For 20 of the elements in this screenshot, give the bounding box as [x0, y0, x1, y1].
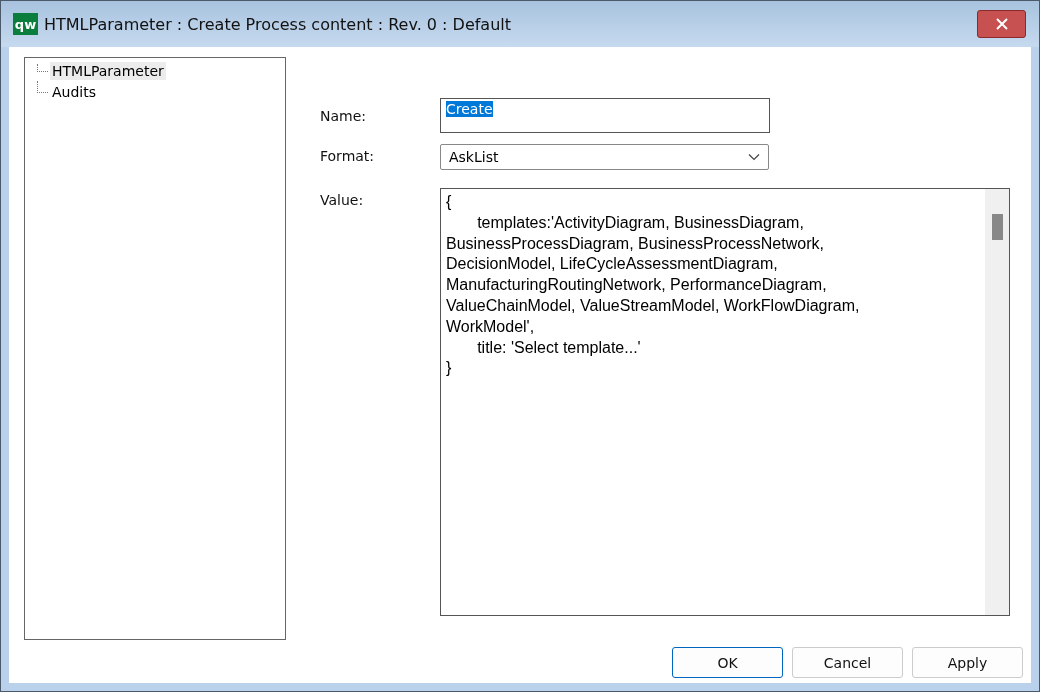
- scrollbar[interactable]: [985, 189, 1009, 615]
- tree-item[interactable]: HTMLParameter: [50, 61, 166, 80]
- name-field[interactable]: Create: [440, 98, 770, 133]
- dialog-button[interactable]: Apply: [912, 647, 1023, 678]
- value-text-area[interactable]: { templates:'ActivityDiagram, BusinessDiagram, BusinessProcessDiagram, BusinessProcessNetwork, DecisionModel, LifeCycleAssessmentDiagram, ManufacturingRoutingNetwork, PerformanceDiagram, ValueChainModel, ValueStreamModel, WorkFlowDiagram, WorkModel', title: 'Select template...' }: [440, 188, 1010, 616]
- format-dropdown[interactable]: AskList: [440, 144, 769, 170]
- tree-item[interactable]: Audits: [50, 82, 98, 101]
- close-button[interactable]: [977, 10, 1026, 38]
- app-logo: qw: [13, 13, 38, 35]
- tree-connector: [37, 81, 48, 93]
- close-icon: [995, 18, 1008, 30]
- scrollbar-thumb[interactable]: [992, 214, 1003, 240]
- window-title: HTMLParameter : Create Process content : Rev. 0 : Default: [44, 14, 513, 34]
- name-label: Name:: [320, 107, 368, 126]
- format-label: Format:: [320, 147, 376, 166]
- dialog-button[interactable]: OK: [672, 647, 783, 678]
- chevron-down-icon: [748, 153, 760, 161]
- tree-connector: [37, 64, 48, 72]
- value-label: Value:: [320, 191, 365, 210]
- dialog-button[interactable]: Cancel: [792, 647, 903, 678]
